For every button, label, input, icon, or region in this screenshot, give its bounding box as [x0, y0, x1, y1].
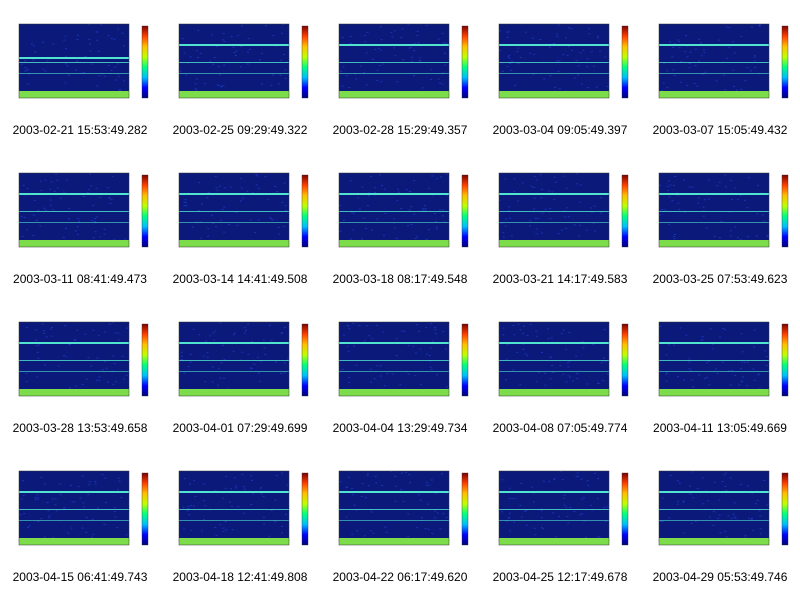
gallery-cell: 2003-03-07 15:05:49.432: [640, 0, 800, 149]
gallery-cell: 2003-02-28 15:29:49.357: [320, 0, 480, 149]
spectrogram-thumbnail[interactable]: [320, 149, 480, 261]
spectrogram-thumbnail[interactable]: [160, 298, 320, 410]
panel-timestamp: 2003-02-21 15:53:49.282: [12, 123, 148, 137]
panel-timestamp: 2003-02-25 09:29:49.322: [172, 123, 308, 137]
spectrogram-thumbnail[interactable]: [640, 0, 800, 112]
spectrogram-thumbnail[interactable]: [0, 149, 160, 261]
spectrogram-plot-icon: [178, 321, 309, 397]
panel-timestamp: 2003-03-18 08:17:49.548: [332, 272, 468, 286]
spectrogram-plot-icon: [658, 470, 789, 546]
spectrogram-thumbnail[interactable]: [640, 298, 800, 410]
spectrogram-thumbnail[interactable]: [0, 0, 160, 112]
gallery-cell: 2003-03-14 14:41:49.508: [160, 149, 320, 298]
gallery-cell: 2003-03-28 13:53:49.658: [0, 298, 160, 447]
spectrogram-plot-icon: [178, 172, 309, 248]
panel-timestamp: 2003-03-14 14:41:49.508: [172, 272, 308, 286]
spectrogram-plot-icon: [338, 321, 469, 397]
spectrogram-plot-icon: [18, 470, 149, 546]
gallery-cell: 2003-04-11 13:05:49.669: [640, 298, 800, 447]
gallery-cell: 2003-04-22 06:17:49.620: [320, 447, 480, 596]
gallery-cell: 2003-04-25 12:17:49.678: [480, 447, 640, 596]
panel-timestamp: 2003-04-08 07:05:49.774: [492, 421, 628, 435]
spectrogram-plot-icon: [338, 172, 469, 248]
gallery-cell: 2003-03-21 14:17:49.583: [480, 149, 640, 298]
spectrogram-plot-icon: [498, 172, 629, 248]
spectrogram-plot-icon: [178, 23, 309, 99]
spectrogram-thumbnail[interactable]: [640, 447, 800, 559]
spectrogram-thumbnail[interactable]: [320, 0, 480, 112]
panel-timestamp: 2003-04-18 12:41:49.808: [172, 570, 308, 584]
panel-timestamp: 2003-04-29 05:53:49.746: [652, 570, 788, 584]
gallery-cell: 2003-03-04 09:05:49.397: [480, 0, 640, 149]
gallery-cell: 2003-03-11 08:41:49.473: [0, 149, 160, 298]
gallery-cell: 2003-04-08 07:05:49.774: [480, 298, 640, 447]
spectrogram-thumbnail[interactable]: [640, 149, 800, 261]
panel-timestamp: 2003-04-01 07:29:49.699: [172, 421, 308, 435]
spectrogram-plot-icon: [18, 23, 149, 99]
gallery-cell: 2003-02-21 15:53:49.282: [0, 0, 160, 149]
spectrogram-plot-icon: [18, 172, 149, 248]
spectrogram-plot-icon: [338, 470, 469, 546]
panel-timestamp: 2003-03-25 07:53:49.623: [652, 272, 788, 286]
gallery-cell: 2003-03-25 07:53:49.623: [640, 149, 800, 298]
panel-timestamp: 2003-03-21 14:17:49.583: [492, 272, 628, 286]
spectrogram-plot-icon: [498, 321, 629, 397]
spectrogram-thumbnail[interactable]: [160, 0, 320, 112]
spectrogram-plot-icon: [658, 321, 789, 397]
spectrogram-gallery: 2003-02-21 15:53:49.282 2003-02-25 09:29:…: [0, 0, 800, 596]
panel-timestamp: 2003-04-22 06:17:49.620: [332, 570, 468, 584]
spectrogram-thumbnail[interactable]: [160, 447, 320, 559]
spectrogram-thumbnail[interactable]: [160, 149, 320, 261]
gallery-cell: 2003-04-15 06:41:49.743: [0, 447, 160, 596]
gallery-cell: 2003-04-04 13:29:49.734: [320, 298, 480, 447]
panel-timestamp: 2003-04-11 13:05:49.669: [653, 421, 787, 435]
spectrogram-plot-icon: [178, 470, 309, 546]
spectrogram-plot-icon: [498, 470, 629, 546]
panel-timestamp: 2003-02-28 15:29:49.357: [332, 123, 468, 137]
gallery-cell: 2003-02-25 09:29:49.322: [160, 0, 320, 149]
spectrogram-thumbnail[interactable]: [320, 447, 480, 559]
spectrogram-plot-icon: [658, 172, 789, 248]
panel-timestamp: 2003-04-25 12:17:49.678: [492, 570, 628, 584]
panel-timestamp: 2003-03-07 15:05:49.432: [652, 123, 788, 137]
spectrogram-thumbnail[interactable]: [480, 447, 640, 559]
gallery-cell: 2003-04-29 05:53:49.746: [640, 447, 800, 596]
panel-timestamp: 2003-03-11 08:41:49.473: [13, 272, 147, 286]
spectrogram-thumbnail[interactable]: [320, 298, 480, 410]
panel-timestamp: 2003-04-15 06:41:49.743: [12, 570, 148, 584]
spectrogram-thumbnail[interactable]: [0, 447, 160, 559]
spectrogram-plot-icon: [18, 321, 149, 397]
gallery-cell: 2003-04-01 07:29:49.699: [160, 298, 320, 447]
gallery-cell: 2003-03-18 08:17:49.548: [320, 149, 480, 298]
panel-timestamp: 2003-04-04 13:29:49.734: [332, 421, 468, 435]
panel-timestamp: 2003-03-28 13:53:49.658: [12, 421, 148, 435]
spectrogram-thumbnail[interactable]: [480, 149, 640, 261]
gallery-cell: 2003-04-18 12:41:49.808: [160, 447, 320, 596]
spectrogram-thumbnail[interactable]: [480, 0, 640, 112]
spectrogram-thumbnail[interactable]: [480, 298, 640, 410]
spectrogram-plot-icon: [498, 23, 629, 99]
spectrogram-plot-icon: [658, 23, 789, 99]
spectrogram-thumbnail[interactable]: [0, 298, 160, 410]
spectrogram-plot-icon: [338, 23, 469, 99]
panel-timestamp: 2003-03-04 09:05:49.397: [492, 123, 628, 137]
